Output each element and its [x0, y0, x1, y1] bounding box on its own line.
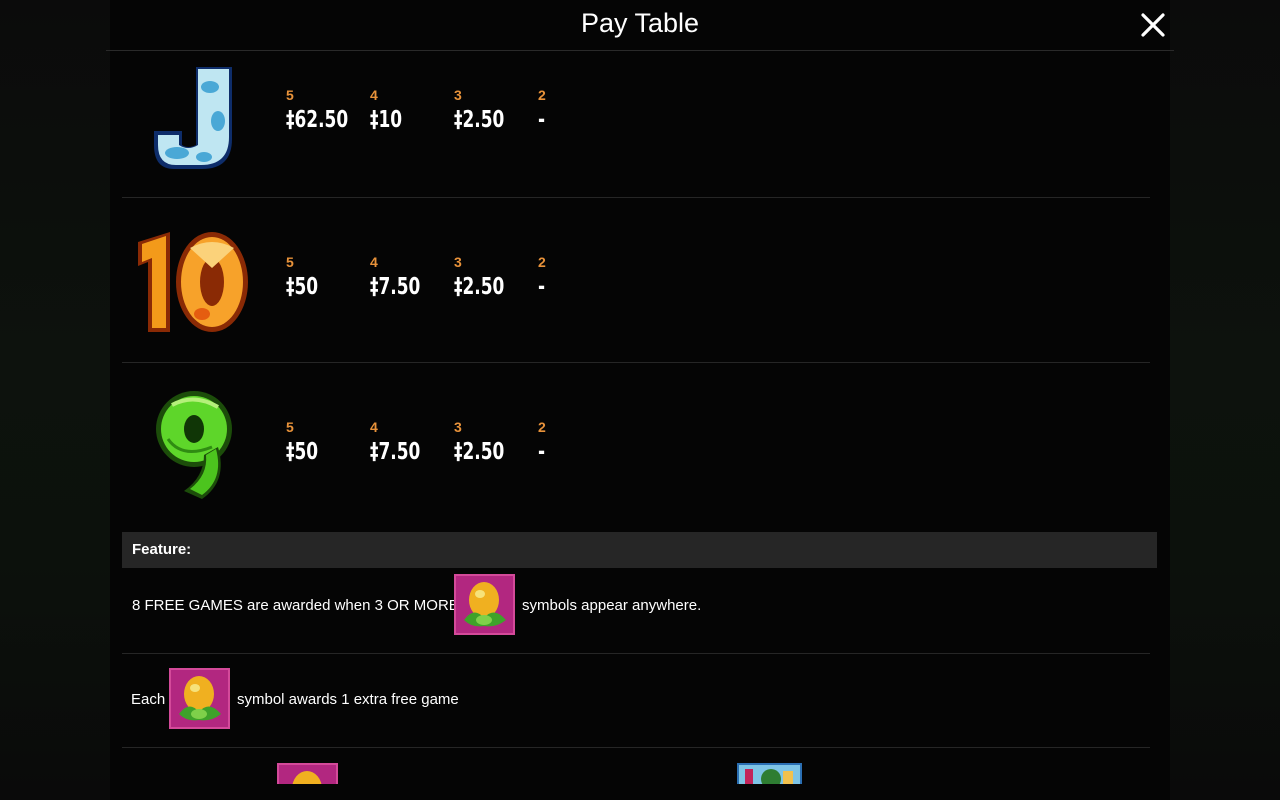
feature-text-1-start: 8 FREE GAMES are awarded when 3 OR MORE [132, 597, 459, 614]
payout-value: - [538, 274, 546, 300]
background-left [0, 0, 110, 800]
feature-text-2-end: symbol awards 1 extra free game [237, 691, 459, 708]
paytable-row-9: 5 ‡50 4 ‡7.50 3 ‡2.50 2 - [122, 363, 1150, 531]
payout-4: 4 ‡7.50 [370, 419, 431, 465]
row-divider [122, 653, 1150, 654]
payout-value: ‡2.50 [454, 274, 505, 300]
payout-2: 2 - [538, 87, 547, 133]
close-icon [1141, 13, 1165, 37]
payout-value: ‡2.50 [454, 439, 505, 465]
pay-count-label: 5 [286, 254, 294, 270]
payout-2: 2 - [538, 254, 547, 300]
header: Pay Table [0, 0, 1280, 50]
payout-value: ‡2.50 [454, 107, 505, 133]
pay-count-label: 2 [538, 419, 546, 435]
feature-label: Feature: [132, 541, 192, 558]
feature-text-2-start: Each [131, 691, 166, 708]
dinosaur-egg-icon [454, 574, 515, 635]
page-title: Pay Table [580, 8, 700, 38]
pay-count-label: 3 [454, 419, 462, 435]
background-right [1170, 0, 1280, 800]
pay-count-label: 2 [538, 87, 546, 103]
paytable-row-j: 5 ‡62.50 4 ‡10 3 ‡2.50 2 - [122, 51, 1150, 197]
payout-3: 3 ‡2.50 [454, 254, 515, 300]
paytable-panel[interactable]: 5 ‡62.50 4 ‡10 3 ‡2.50 2 - 5 ‡50 4 ‡7.50… [122, 51, 1157, 784]
payout-5: 5 ‡50 [286, 419, 325, 465]
dinosaur-egg-icon [169, 668, 230, 729]
payout-5: 5 ‡62.50 [286, 87, 362, 133]
dinosaur-egg-icon [277, 763, 338, 784]
payout-value: - [538, 439, 546, 465]
payout-5: 5 ‡50 [286, 254, 325, 300]
number-ten-symbol-icon [138, 232, 248, 332]
pay-count-label: 3 [454, 254, 462, 270]
payout-value: ‡50 [286, 274, 319, 300]
row-divider [122, 747, 1150, 748]
payout-value: ‡62.50 [286, 107, 349, 133]
pay-count-label: 2 [538, 254, 546, 270]
payout-value: - [538, 107, 546, 133]
feature-header: Feature: [122, 532, 1157, 568]
number-nine-symbol-icon [156, 391, 232, 499]
payout-3: 3 ‡2.50 [454, 87, 515, 133]
pay-count-label: 4 [370, 419, 378, 435]
pay-count-label: 5 [286, 87, 294, 103]
wild-symbol-icon [737, 763, 802, 784]
feature-text-1-end: symbols appear anywhere. [522, 597, 702, 614]
payout-value: ‡7.50 [370, 274, 421, 300]
close-button[interactable] [1140, 12, 1166, 38]
payout-value: ‡10 [370, 107, 403, 133]
pay-count-label: 5 [286, 419, 294, 435]
payout-4: 4 ‡7.50 [370, 254, 431, 300]
paytable-row-10: 5 ‡50 4 ‡7.50 3 ‡2.50 2 - [122, 198, 1150, 362]
payout-2: 2 - [538, 419, 547, 465]
payout-4: 4 ‡10 [370, 87, 409, 133]
payout-3: 3 ‡2.50 [454, 419, 515, 465]
pay-count-label: 3 [454, 87, 462, 103]
payout-value: ‡50 [286, 439, 319, 465]
pay-count-label: 4 [370, 254, 378, 270]
letter-j-symbol-icon [154, 67, 232, 169]
payout-value: ‡7.50 [370, 439, 421, 465]
pay-count-label: 4 [370, 87, 378, 103]
